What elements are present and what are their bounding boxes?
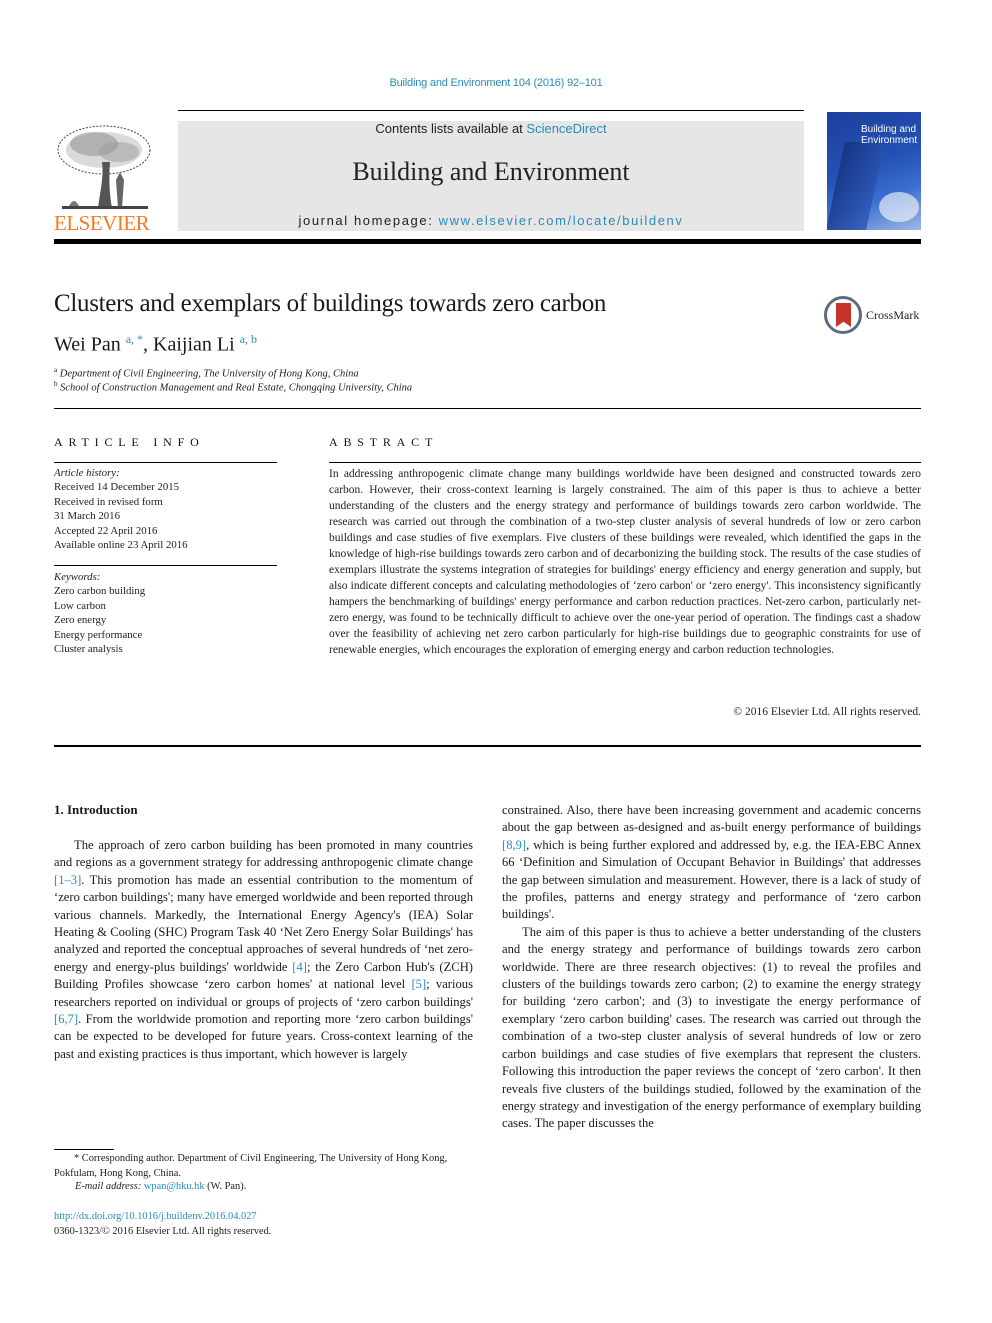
article-info-heading: ARTICLE INFO xyxy=(54,435,205,449)
sciencedirect-link[interactable]: ScienceDirect xyxy=(526,121,606,136)
intro-paragraph-1: The approach of zero carbon building has… xyxy=(54,837,473,1063)
journal-homepage-link[interactable]: www.elsevier.com/locate/buildenv xyxy=(439,213,684,228)
abstract-body: In addressing anthropogenic climate chan… xyxy=(329,468,921,656)
history-item: Accepted 22 April 2016 xyxy=(54,524,158,537)
body-column-left: The approach of zero carbon building has… xyxy=(54,837,473,1063)
cover-tower-image xyxy=(827,142,885,230)
history-item: Available online 23 April 2016 xyxy=(54,539,188,552)
corresponding-author-footnote: * Corresponding author. Department of Ci… xyxy=(54,1153,448,1179)
keyword-item: Zero energy xyxy=(54,614,107,627)
journal-name: Building and Environment xyxy=(352,157,630,186)
keyword-item: Cluster analysis xyxy=(54,643,123,656)
article-info-rule xyxy=(54,462,277,463)
cover-title-line2: Environment xyxy=(861,135,918,146)
keywords-rule xyxy=(54,565,277,566)
text-run: constrained. Also, there have been incre… xyxy=(502,803,921,835)
article-history: Article history: Received 14 December 20… xyxy=(54,466,188,552)
affiliation-key: b xyxy=(54,380,58,388)
intro-paragraph-1-continued: constrained. Also, there have been incre… xyxy=(502,802,921,924)
keywords: Keywords: Zero carbon building Low carbo… xyxy=(54,570,145,656)
header-rule xyxy=(178,110,804,111)
keyword-item: Energy performance xyxy=(54,628,143,641)
citation-link[interactable]: [6,7] xyxy=(54,1012,78,1026)
cover-title-line1: Building and xyxy=(861,124,917,135)
author-name[interactable]: Wei Pan xyxy=(54,334,121,356)
contents-prefix: Contents lists available at xyxy=(375,121,527,136)
history-item: Received 14 December 2015 xyxy=(54,481,180,494)
crossmark-button[interactable]: CrossMark xyxy=(824,296,919,334)
citation-link[interactable]: [1–3] xyxy=(54,873,81,887)
citation-link[interactable]: [4] xyxy=(292,960,307,974)
crossmark-label: CrossMark xyxy=(866,307,920,322)
affiliation-key: a xyxy=(54,366,58,374)
keywords-label: Keywords: xyxy=(54,571,101,583)
masthead-bottom-rule xyxy=(54,239,921,244)
history-item: Received in revised form xyxy=(54,495,163,508)
author-name[interactable]: Kaijian Li xyxy=(153,334,235,356)
affiliation-b: b School of Construction Management and … xyxy=(54,380,412,394)
doi-link[interactable]: http://dx.doi.org/10.1016/j.buildenv.201… xyxy=(54,1211,257,1222)
text-run: . From the worldwide promotion and repor… xyxy=(54,1012,473,1061)
author-affiliation-marker[interactable]: a, * xyxy=(126,332,143,346)
intro-paragraph-2: The aim of this paper is thus to achieve… xyxy=(502,924,921,1131)
issn-copyright: 0360-1323/© 2016 Elsevier Ltd. All right… xyxy=(54,1226,272,1237)
homepage-prefix: journal homepage: xyxy=(298,213,439,228)
elsevier-logo[interactable]: ELSEVIER xyxy=(52,120,156,236)
article-title: Clusters and exemplars of buildings towa… xyxy=(54,290,607,317)
affiliation-text: Department of Civil Engineering, The Uni… xyxy=(59,368,359,380)
journal-masthead: Contents lists available at ScienceDirec… xyxy=(178,121,804,231)
cover-title: Building and Environment xyxy=(861,124,917,146)
abstract-heading: ABSTRACT xyxy=(329,435,439,449)
body-column-right: constrained. Also, there have been incre… xyxy=(502,802,921,1133)
author-affiliation-marker[interactable]: a, b xyxy=(240,332,257,346)
abstract-copyright: © 2016 Elsevier Ltd. All rights reserved… xyxy=(733,706,921,718)
homepage-line: journal homepage: www.elsevier.com/locat… xyxy=(178,213,804,228)
introduction-heading: 1. Introduction xyxy=(54,802,138,817)
front-matter-rule xyxy=(54,745,921,747)
text-run: , which is being further explored and ad… xyxy=(502,837,921,922)
citation-link[interactable]: [8,9] xyxy=(502,838,526,852)
journal-cover-thumbnail[interactable]: Building and Environment xyxy=(827,112,921,230)
contents-line: Contents lists available at ScienceDirec… xyxy=(178,121,804,136)
keyword-item: Low carbon xyxy=(54,599,106,612)
section-rule xyxy=(54,408,921,409)
keyword-item: Zero carbon building xyxy=(54,585,146,598)
email-suffix: (W. Pan). xyxy=(204,1181,247,1192)
citation-link[interactable]: [5] xyxy=(411,977,426,991)
abstract-rule xyxy=(329,462,921,463)
crossmark-icon xyxy=(824,296,862,334)
history-item: 31 March 2016 xyxy=(54,510,120,523)
footnote-rule xyxy=(54,1149,114,1150)
author-list: Wei Pan a, *, Kaijian Li a, b xyxy=(54,332,258,356)
article-history-label: Article history: xyxy=(54,467,120,479)
text-run: . This promotion has made an essential c… xyxy=(54,872,473,974)
email-label: E-mail address: xyxy=(75,1181,144,1192)
email-footnote: E-mail address: wpan@hku.hk (W. Pan). xyxy=(75,1181,246,1192)
elsevier-wordmark: ELSEVIER xyxy=(54,211,150,235)
journal-citation-link[interactable]: Building and Environment 104 (2016) 92–1… xyxy=(0,77,992,89)
email-link[interactable]: wpan@hku.hk xyxy=(144,1181,205,1192)
elsevier-tree-icon xyxy=(57,125,151,209)
cover-cloud-image xyxy=(879,192,919,222)
affiliation-a: a Department of Civil Engineering, The U… xyxy=(54,366,359,380)
text-run: The approach of zero carbon building has… xyxy=(54,838,473,870)
affiliation-text: School of Construction Management and Re… xyxy=(60,382,413,394)
